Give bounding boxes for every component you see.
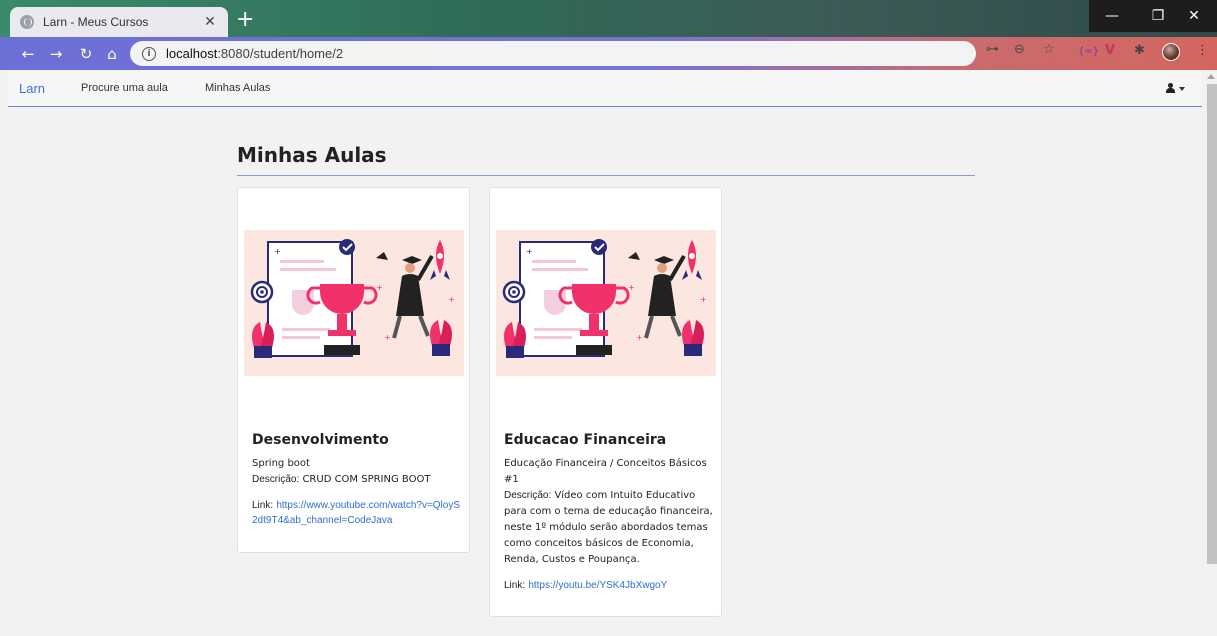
key-icon[interactable]: ⊶ <box>986 42 999 57</box>
chevron-down-icon[interactable] <box>1179 87 1185 91</box>
course-link-row: Link: https://youtu.be/YSK4JbXwgoY <box>504 580 668 591</box>
puzzle-icon[interactable]: ✱ <box>1134 43 1145 58</box>
address-bar[interactable]: i localhost:8080/student/home/2 <box>130 41 976 66</box>
course-link[interactable]: https://www.youtube.com/watch?v=QloyS2dt… <box>252 500 460 526</box>
home-icon[interactable]: ⌂ <box>102 44 122 64</box>
zoom-icon[interactable]: ⊖ <box>1014 42 1025 57</box>
course-card: + + + + Desenvolvimento Spring boot Desc… <box>237 187 470 553</box>
nav-link-minhas-aulas[interactable]: Minhas Aulas <box>205 82 270 94</box>
course-illustration: + + + + <box>244 230 464 376</box>
browser-chrome: Larn - Meus Cursos ✕ + — ❐ ✕ ← → ↻ ⌂ i l… <box>0 0 1217 70</box>
course-subtitle: Educação Financeira / Conceitos Básicos … <box>504 458 707 485</box>
svg-text:+: + <box>628 283 635 292</box>
course-card: + + + + Educacao Financeira Educação Fin… <box>489 187 722 617</box>
course-link[interactable]: https://youtu.be/YSK4JbXwgoY <box>528 580 667 591</box>
svg-text:+: + <box>636 333 643 342</box>
svg-text:+: + <box>274 247 281 256</box>
svg-text:+: + <box>376 283 383 292</box>
minimize-icon[interactable]: — <box>1089 0 1135 32</box>
star-icon[interactable]: ☆ <box>1043 42 1055 57</box>
course-link-row: Link: https://www.youtube.com/watch?v=Ql… <box>252 500 461 526</box>
globe-icon <box>20 15 34 29</box>
brand-link[interactable]: Larn <box>19 81 45 96</box>
course-title: Desenvolvimento <box>252 432 389 448</box>
vivaldi-icon[interactable]: V <box>1105 43 1115 58</box>
course-title: Educacao Financeira <box>504 432 667 448</box>
scrollbar-thumb[interactable] <box>1207 84 1217 564</box>
reload-icon[interactable]: ↻ <box>76 44 96 64</box>
tab-close-icon[interactable]: ✕ <box>202 14 218 30</box>
info-icon[interactable]: i <box>142 46 156 61</box>
extension-icon[interactable]: {=} <box>1078 46 1099 57</box>
course-description: Descrição: Vídeo com Intuito Educativo p… <box>504 490 713 565</box>
svg-text:+: + <box>526 247 533 256</box>
window-close-icon[interactable]: ✕ <box>1171 0 1217 32</box>
scroll-up-icon[interactable] <box>1207 74 1215 79</box>
nav-link-procure[interactable]: Procure uma aula <box>81 82 168 94</box>
new-tab-icon[interactable]: + <box>236 9 254 31</box>
tab-title: Larn - Meus Cursos <box>43 15 149 29</box>
user-icon[interactable] <box>1166 83 1175 93</box>
course-illustration: + + + + <box>496 230 716 376</box>
title-divider <box>237 175 975 176</box>
browser-toolbar: ← → ↻ ⌂ i localhost:8080/student/home/2 <box>0 37 1217 70</box>
address-url[interactable]: localhost:8080/student/home/2 <box>166 46 343 61</box>
svg-text:+: + <box>700 295 707 304</box>
forward-icon[interactable]: → <box>46 44 66 64</box>
profile-avatar[interactable] <box>1162 43 1180 61</box>
back-icon[interactable]: ← <box>18 44 38 64</box>
menu-icon[interactable]: ⋮ <box>1196 43 1209 58</box>
tab-active[interactable]: Larn - Meus Cursos ✕ <box>10 7 228 37</box>
tab-strip: Larn - Meus Cursos ✕ + — ❐ ✕ <box>0 0 1217 37</box>
svg-text:+: + <box>384 333 391 342</box>
course-description: Descrição: CRUD COM SPRING BOOT <box>252 474 431 485</box>
page-title: Minhas Aulas <box>237 143 387 167</box>
course-subtitle: Spring boot <box>252 458 310 469</box>
app-navbar: Larn Procure uma aula Minhas Aulas <box>8 70 1202 107</box>
svg-text:+: + <box>448 295 455 304</box>
